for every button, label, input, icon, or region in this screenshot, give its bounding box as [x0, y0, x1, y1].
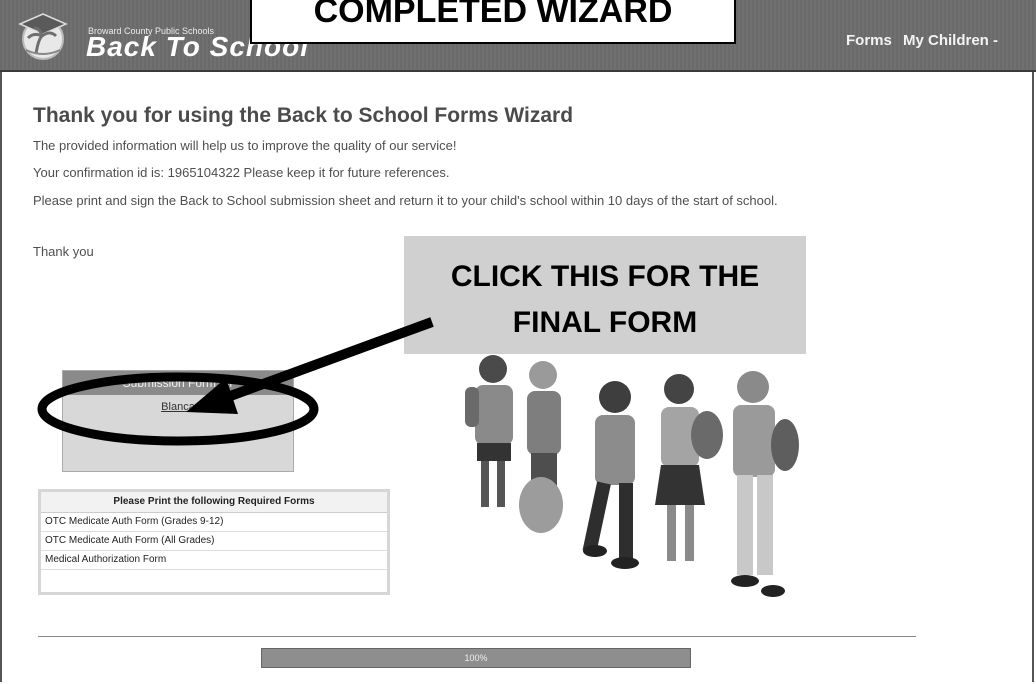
highlight-ellipse — [37, 372, 319, 446]
arrow-shaft — [223, 317, 434, 403]
annotation-overlay — [37, 317, 434, 446]
